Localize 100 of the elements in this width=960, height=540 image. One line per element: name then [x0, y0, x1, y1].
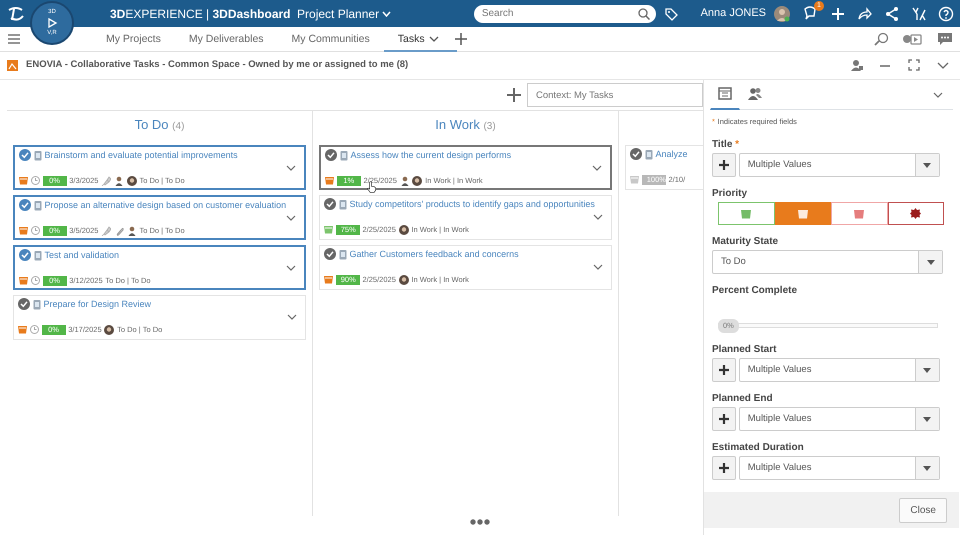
- form-icon: [718, 87, 732, 101]
- dropdown-field[interactable]: Multiple Values: [738, 407, 940, 432]
- logo-icon[interactable]: [6, 6, 26, 22]
- dropdown-field[interactable]: To Do: [712, 250, 943, 274]
- chevron-down-icon[interactable]: [286, 264, 296, 270]
- bucket-icon: [741, 208, 752, 219]
- task-title[interactable]: Propose an alternative design based on customer evaluation: [44, 198, 286, 212]
- plus-icon: [719, 160, 729, 170]
- fullscreen-icon[interactable]: [908, 59, 921, 72]
- field-label: Estimated Duration: [712, 441, 804, 456]
- check-circle-icon[interactable]: [630, 148, 642, 160]
- alert-icon: [910, 208, 922, 220]
- app-menu[interactable]: Project Planner: [296, 4, 392, 24]
- tab[interactable]: My Communities: [278, 26, 384, 52]
- check-circle-icon[interactable]: [18, 298, 30, 310]
- task-icon: [338, 248, 347, 260]
- task-title[interactable]: Analyze: [656, 148, 688, 161]
- people-icon: [748, 87, 762, 101]
- dropdown-arrow-icon: [923, 416, 932, 422]
- search-icon[interactable]: [638, 8, 650, 20]
- dropdown-arrow-icon: [923, 162, 932, 168]
- more-icon[interactable]: [470, 519, 490, 525]
- task-title[interactable]: Gather Customers feedback and concerns: [350, 248, 519, 261]
- chevron-down-icon[interactable]: [286, 214, 296, 220]
- field-label: Planned End: [712, 392, 773, 406]
- priority-option[interactable]: [888, 202, 944, 226]
- chevron-down-icon[interactable]: [286, 164, 296, 170]
- add-icon[interactable]: [506, 87, 522, 103]
- add-button[interactable]: [712, 407, 736, 432]
- plus-icon: [719, 463, 729, 474]
- share-arrow-icon[interactable]: [857, 6, 873, 22]
- required-mark: *: [735, 138, 740, 152]
- add-button[interactable]: [712, 153, 736, 178]
- field-label: Maturity State: [712, 235, 778, 250]
- column-title: To Do: [134, 117, 169, 132]
- user-name[interactable]: Anna JONES: [700, 5, 766, 22]
- video-icon[interactable]: [902, 33, 922, 45]
- close-button[interactable]: Close: [899, 498, 947, 522]
- help-icon[interactable]: [938, 6, 954, 22]
- chevron-down-icon[interactable]: [593, 264, 603, 270]
- chat-icon[interactable]: [938, 32, 952, 46]
- chevron-down-icon[interactable]: [592, 164, 602, 170]
- add-button[interactable]: [712, 358, 736, 382]
- column-title: In Work: [435, 117, 480, 132]
- field-label: Priority: [712, 187, 748, 202]
- field-label: Percent Complete: [712, 284, 798, 298]
- task-icon: [644, 148, 653, 160]
- column-count: (3): [483, 121, 496, 132]
- chevron-down-icon[interactable]: [593, 214, 603, 220]
- dropdown-field[interactable]: Multiple Values: [738, 456, 940, 480]
- task-title[interactable]: Prepare for Design Review: [44, 298, 152, 311]
- dropdown-arrow-icon: [926, 260, 934, 265]
- dropdown-field[interactable]: Multiple Values: [738, 358, 940, 382]
- check-circle-icon[interactable]: [324, 248, 336, 260]
- field-label: Planned Start: [712, 343, 776, 358]
- add-tab-icon[interactable]: [454, 33, 467, 45]
- task-icon: [34, 150, 42, 161]
- menu-icon[interactable]: [8, 34, 20, 44]
- task-icon: [338, 198, 347, 210]
- check-circle-icon[interactable]: [19, 199, 31, 212]
- chevron-down-icon[interactable]: [933, 92, 943, 98]
- tab[interactable]: My Projects: [92, 26, 175, 52]
- widget-title: ENOVIA - Collaborative Tasks - Common Space - Owned by me or assigned to me (8): [26, 58, 408, 72]
- task-title[interactable]: Study competitors' products to identify gaps and opportunities: [350, 198, 595, 211]
- task-icon: [34, 250, 42, 261]
- tab[interactable]: Tasks: [384, 26, 457, 52]
- tab[interactable]: My Deliverables: [174, 26, 278, 52]
- caret-icon: [382, 10, 391, 16]
- share-icon[interactable]: [884, 6, 900, 22]
- add-button[interactable]: [712, 456, 736, 480]
- app-icon: [7, 60, 18, 71]
- chevron-down-icon[interactable]: [428, 36, 439, 42]
- task-icon: [32, 298, 41, 310]
- bucket-icon: [798, 208, 808, 219]
- column-count: (4): [172, 121, 184, 132]
- task-title[interactable]: Assess how the current design performs: [350, 148, 512, 162]
- tag-icon[interactable]: [664, 6, 678, 20]
- search-field[interactable]: Search: [474, 4, 656, 22]
- play-icon: [46, 17, 58, 29]
- dropdown-arrow-icon: [923, 466, 932, 471]
- plus-icon: [719, 414, 729, 424]
- check-circle-icon[interactable]: [19, 149, 31, 162]
- task-icon: [34, 200, 42, 211]
- task-title[interactable]: Test and validation: [44, 248, 120, 262]
- dropdown-arrow-icon: [923, 368, 932, 373]
- plus-icon: [719, 365, 729, 376]
- dropdown-field[interactable]: Multiple Values: [738, 153, 940, 178]
- check-circle-icon[interactable]: [19, 249, 31, 262]
- chevron-down-icon[interactable]: [287, 314, 297, 320]
- field-label: Title: [712, 138, 732, 152]
- avatar-icon[interactable]: [774, 6, 790, 22]
- context-field[interactable]: Context: My Tasks: [527, 83, 703, 107]
- apps-icon[interactable]: [911, 6, 927, 22]
- task-title[interactable]: Brainstorm and evaluate potential improvements: [44, 148, 238, 162]
- bucket-icon: [854, 208, 864, 219]
- check-circle-icon[interactable]: [324, 198, 336, 210]
- check-circle-icon[interactable]: [325, 149, 337, 162]
- notification-icon[interactable]: [802, 5, 818, 22]
- assign-icon[interactable]: [850, 59, 863, 72]
- task-icon: [340, 150, 348, 161]
